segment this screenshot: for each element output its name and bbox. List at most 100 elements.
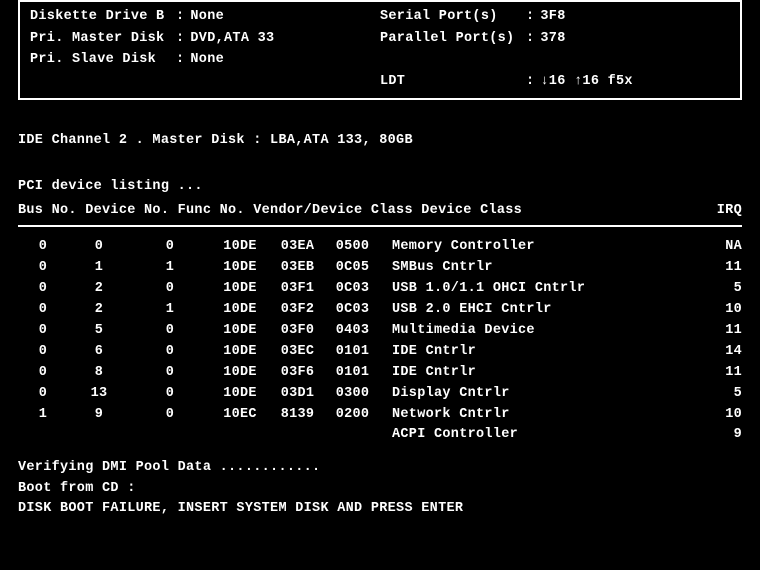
system-info-row: Diskette Drive B:NonePri. Master Disk:DV… <box>30 6 730 92</box>
pci-class: 0C03 <box>325 300 380 321</box>
pci-desc: Network Cntrlr <box>380 405 692 426</box>
separator: : <box>176 6 184 28</box>
pci-table: 00010DE03EA0500Memory ControllerNA01110D… <box>18 237 742 446</box>
pci-class: 0C03 <box>325 279 380 300</box>
pci-device-no: 8 <box>68 363 130 384</box>
sys-info-value: None <box>190 6 224 28</box>
pci-bus: 0 <box>18 321 68 342</box>
pci-device-id: 03F2 <box>270 300 325 321</box>
pci-bus <box>18 425 68 446</box>
pci-vendor: 10DE <box>210 363 270 384</box>
sys-info-item: LDT: ↓16 ↑16 f5x <box>380 71 730 93</box>
pci-class: 0101 <box>325 342 380 363</box>
pci-desc: IDE Cntrlr <box>380 342 692 363</box>
pci-class: 0200 <box>325 405 380 426</box>
pci-row: 02010DE03F10C03USB 1.0/1.1 OHCI Cntrlr5 <box>18 279 742 300</box>
pci-header-labels: Bus No. Device No. Func No. Vendor/Devic… <box>18 200 692 222</box>
pci-device-no: 6 <box>68 342 130 363</box>
pci-class: 0500 <box>325 237 380 258</box>
pci-row: 19010EC81390200Network Cntrlr10 <box>18 405 742 426</box>
sys-info-label: Parallel Port(s) <box>380 28 520 50</box>
separator: : <box>526 71 534 93</box>
pci-irq: 9 <box>692 425 742 446</box>
boot-section: Verifying DMI Pool Data ............ Boo… <box>18 458 742 519</box>
pci-bus: 0 <box>18 300 68 321</box>
pci-device-id: 03F1 <box>270 279 325 300</box>
ide-channel-line: IDE Channel 2 . Master Disk : LBA,ATA 13… <box>18 130 742 152</box>
sys-info-item: Diskette Drive B: None <box>30 6 380 28</box>
pci-title: PCI device listing ... <box>18 176 742 198</box>
pci-header-row: Bus No. Device No. Func No. Vendor/Devic… <box>18 200 742 228</box>
pci-row: 01110DE03EB0C05SMBus Cntrlr11 <box>18 258 742 279</box>
sys-info-value: DVD,ATA 33 <box>190 28 274 50</box>
sys-info-item: Pri. Master Disk:DVD,ATA 33 <box>30 28 380 50</box>
pci-irq: 10 <box>692 300 742 321</box>
pci-desc: ACPI Controller <box>380 425 692 446</box>
pci-irq: 14 <box>692 342 742 363</box>
sys-info-label: LDT <box>380 71 520 93</box>
sys-info-item: Parallel Port(s):378 <box>380 28 730 50</box>
pci-desc: Memory Controller <box>380 237 692 258</box>
sys-info-value: ↓16 ↑16 f5x <box>540 71 632 93</box>
pci-irq: 10 <box>692 405 742 426</box>
pci-vendor: 10DE <box>210 279 270 300</box>
pci-device-id: 03EB <box>270 258 325 279</box>
pci-bus: 1 <box>18 405 68 426</box>
pci-row: 05010DE03F00403Multimedia Device11 <box>18 321 742 342</box>
pci-class: 0300 <box>325 384 380 405</box>
sys-info-item <box>380 49 730 71</box>
pci-func: 0 <box>130 363 210 384</box>
pci-func <box>130 425 210 446</box>
separator: : <box>176 28 184 50</box>
system-info-left: Diskette Drive B:NonePri. Master Disk:DV… <box>30 6 380 92</box>
sys-info-label: Diskette Drive B <box>30 6 170 28</box>
pci-irq: 5 <box>692 279 742 300</box>
pci-device-no: 9 <box>68 405 130 426</box>
sys-info-label: Pri. Slave Disk <box>30 49 170 71</box>
pci-device-id <box>270 425 325 446</box>
pci-func: 0 <box>130 321 210 342</box>
pci-func: 1 <box>130 300 210 321</box>
pci-class: 0101 <box>325 363 380 384</box>
pci-func: 1 <box>130 258 210 279</box>
pci-desc: SMBus Cntrlr <box>380 258 692 279</box>
pci-func: 0 <box>130 279 210 300</box>
sys-info-value: 378 <box>540 28 565 50</box>
sys-info-item: Serial Port(s):3F8 <box>380 6 730 28</box>
verify-dmi-line: Verifying DMI Pool Data ............ <box>18 458 742 478</box>
pci-vendor: 10DE <box>210 300 270 321</box>
pci-device-id: 03D1 <box>270 384 325 405</box>
pci-vendor: 10DE <box>210 342 270 363</box>
pci-irq: 11 <box>692 321 742 342</box>
separator: : <box>526 6 534 28</box>
pci-section: PCI device listing ... Bus No. Device No… <box>18 176 742 446</box>
pci-device-no: 2 <box>68 279 130 300</box>
pci-bus: 0 <box>18 279 68 300</box>
pci-desc: IDE Cntrlr <box>380 363 692 384</box>
pci-row: 02110DE03F20C03USB 2.0 EHCI Cntrlr10 <box>18 300 742 321</box>
pci-desc: USB 1.0/1.1 OHCI Cntrlr <box>380 279 692 300</box>
pci-bus: 0 <box>18 363 68 384</box>
pci-bus: 0 <box>18 342 68 363</box>
pci-class: 0C05 <box>325 258 380 279</box>
pci-device-no: 2 <box>68 300 130 321</box>
pci-row: 06010DE03EC0101IDE Cntrlr14 <box>18 342 742 363</box>
pci-func: 0 <box>130 405 210 426</box>
disk-boot-failure-line: DISK BOOT FAILURE, INSERT SYSTEM DISK AN… <box>18 499 742 519</box>
separator: : <box>526 28 534 50</box>
system-info-right: Serial Port(s):3F8Parallel Port(s):378 L… <box>380 6 730 92</box>
system-info-box: Diskette Drive B:NonePri. Master Disk:DV… <box>18 0 742 100</box>
pci-row: 00010DE03EA0500Memory ControllerNA <box>18 237 742 258</box>
sys-info-value: None <box>190 49 224 71</box>
pci-func: 0 <box>130 342 210 363</box>
pci-row: 08010DE03F60101IDE Cntrlr11 <box>18 363 742 384</box>
pci-desc: Display Cntrlr <box>380 384 692 405</box>
pci-device-no <box>68 425 130 446</box>
pci-irq: 5 <box>692 384 742 405</box>
pci-device-id: 03F0 <box>270 321 325 342</box>
pci-vendor: 10DE <box>210 237 270 258</box>
pci-vendor: 10EC <box>210 405 270 426</box>
pci-device-id: 03EC <box>270 342 325 363</box>
sys-info-value: 3F8 <box>540 6 565 28</box>
pci-bus: 0 <box>18 258 68 279</box>
